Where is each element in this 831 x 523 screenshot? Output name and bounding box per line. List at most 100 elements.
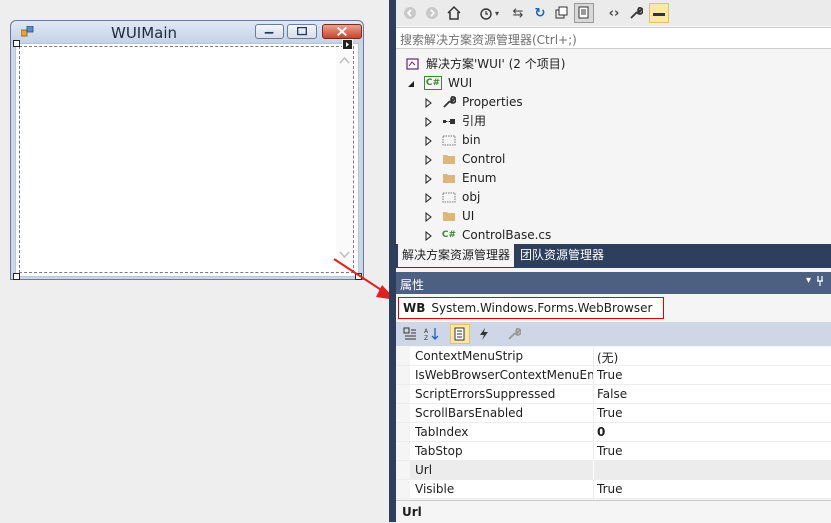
show-all-files-icon[interactable] xyxy=(574,3,594,23)
solution-tree: 解决方案'WUI' (2 个项目) C# WUI Properties 引用 b… xyxy=(396,52,831,244)
property-pages-icon[interactable] xyxy=(504,324,524,344)
property-description-pane: Url xyxy=(396,500,831,523)
tab-team-explorer[interactable]: 团队资源管理器 xyxy=(516,244,608,267)
dropdown-arrow-icon[interactable]: ▾ xyxy=(492,3,502,23)
collapsed-triangle-icon[interactable] xyxy=(424,192,434,203)
tree-item-label: obj xyxy=(462,189,481,204)
maximize-icon xyxy=(297,26,307,36)
property-name: ScrollBarsEnabled xyxy=(415,406,524,420)
form-client-area[interactable] xyxy=(15,43,359,277)
events-lightning-icon[interactable] xyxy=(474,324,494,344)
property-value[interactable]: False xyxy=(597,387,627,401)
webbrowser-control[interactable] xyxy=(19,46,354,273)
row-gutter xyxy=(396,404,410,422)
collapsed-triangle-icon[interactable] xyxy=(424,173,434,184)
forward-icon[interactable] xyxy=(422,3,442,23)
object-selector[interactable]: WB System.Windows.Forms.WebBrowser xyxy=(398,297,664,319)
folder-icon xyxy=(442,171,456,185)
collapse-all-icon[interactable] xyxy=(552,3,572,23)
property-name: Visible xyxy=(415,482,455,496)
property-row[interactable]: TabIndex 0 xyxy=(396,423,831,442)
property-value[interactable]: (无) xyxy=(597,349,618,366)
tree-item-project[interactable]: C# WUI xyxy=(406,73,472,92)
solution-explorer-toolbar: ▾ ⇆ ↻ ‹› xyxy=(396,0,831,26)
selection-handle[interactable] xyxy=(13,273,20,280)
solution-explorer-tabs: 解决方案资源管理器 团队资源管理器 xyxy=(396,244,831,268)
home-icon[interactable] xyxy=(444,3,464,23)
refresh-icon[interactable]: ↻ xyxy=(530,3,550,23)
tree-item[interactable]: Enum xyxy=(424,168,496,187)
property-value[interactable]: True xyxy=(597,368,623,382)
alphabetical-icon[interactable]: AZ xyxy=(422,324,442,344)
column-divider xyxy=(593,366,594,384)
property-value[interactable]: 0 xyxy=(597,425,605,439)
column-divider xyxy=(593,480,594,498)
categorized-icon[interactable] xyxy=(400,324,420,344)
tree-item-label: Properties xyxy=(462,94,523,109)
maximize-button[interactable] xyxy=(287,24,317,39)
selection-handle[interactable] xyxy=(13,40,20,47)
tree-item[interactable]: Properties xyxy=(424,92,523,111)
properties-toolbar: AZ xyxy=(396,322,831,346)
column-divider xyxy=(593,347,594,365)
form-window[interactable]: WUIMain xyxy=(10,20,364,280)
pin-icon[interactable] xyxy=(815,275,825,290)
solution-search-input[interactable]: 搜索解决方案资源管理器(Ctrl+;) xyxy=(396,27,831,49)
tree-item[interactable]: C# ControlBase.cs xyxy=(424,225,551,244)
collapsed-triangle-icon[interactable] xyxy=(424,116,434,127)
svg-text:Z: Z xyxy=(424,335,428,341)
dropdown-arrow-icon[interactable]: ▾ xyxy=(806,275,811,286)
wrench-icon[interactable] xyxy=(626,3,646,23)
property-name: Url xyxy=(415,463,433,477)
property-name: ScriptErrorsSuppressed xyxy=(415,387,556,401)
object-name: System.Windows.Forms.WebBrowser xyxy=(431,301,653,315)
column-divider xyxy=(593,385,594,403)
form-app-icon xyxy=(21,26,34,37)
panel-splitter[interactable] xyxy=(389,0,396,522)
properties-view-icon[interactable] xyxy=(450,324,470,344)
property-row[interactable]: TabStop True xyxy=(396,442,831,461)
property-row[interactable]: ScriptErrorsSuppressed False xyxy=(396,385,831,404)
property-row[interactable]: ScrollBarsEnabled True xyxy=(396,404,831,423)
property-row[interactable]: IsWebBrowserContextMenuEn True xyxy=(396,366,831,385)
form-titlebar[interactable]: WUIMain xyxy=(11,21,363,43)
preview-selected-icon[interactable] xyxy=(649,3,669,23)
properties-panel: 属性 ▾ WB System.Windows.Forms.WebBrowser … xyxy=(396,268,831,523)
tree-item[interactable]: 引用 xyxy=(424,111,486,130)
csharp-file-icon: C# xyxy=(441,229,457,240)
property-row[interactable]: ContextMenuStrip (无) xyxy=(396,347,831,366)
tree-item[interactable]: UI xyxy=(424,206,474,225)
close-icon xyxy=(337,26,347,37)
vertical-scrollbar[interactable] xyxy=(336,47,353,272)
wrench-icon xyxy=(442,95,456,109)
minimize-icon xyxy=(264,31,274,34)
tree-item[interactable]: obj xyxy=(424,187,480,206)
row-gutter xyxy=(396,347,410,365)
row-gutter xyxy=(396,423,410,441)
smart-tag-glyph[interactable] xyxy=(342,39,353,50)
tab-solution-explorer[interactable]: 解决方案资源管理器 xyxy=(398,244,515,267)
property-row-selected[interactable]: Url xyxy=(396,461,831,480)
property-value[interactable]: True xyxy=(597,406,623,420)
tree-item[interactable]: Control xyxy=(424,149,505,168)
collapsed-triangle-icon[interactable] xyxy=(424,211,434,222)
sync-icon[interactable]: ⇆ xyxy=(508,3,528,23)
property-value[interactable]: True xyxy=(597,482,623,496)
property-row[interactable]: Visible True xyxy=(396,480,831,499)
back-icon[interactable] xyxy=(400,3,420,23)
collapsed-triangle-icon[interactable] xyxy=(424,230,434,241)
minimize-button[interactable] xyxy=(255,24,284,39)
view-code-icon[interactable]: ‹› xyxy=(604,3,624,23)
form-title: WUIMain xyxy=(111,24,178,42)
property-name: IsWebBrowserContextMenuEn xyxy=(415,368,595,382)
close-button[interactable] xyxy=(322,24,362,39)
collapsed-triangle-icon[interactable] xyxy=(424,135,434,146)
collapsed-triangle-icon[interactable] xyxy=(424,154,434,165)
row-gutter xyxy=(396,442,410,460)
expanded-triangle-icon[interactable] xyxy=(406,78,416,88)
tree-item[interactable]: bin xyxy=(424,130,481,149)
collapsed-triangle-icon[interactable] xyxy=(424,97,434,108)
tree-item-solution[interactable]: 解决方案'WUI' (2 个项目) xyxy=(406,54,565,73)
property-value[interactable]: True xyxy=(597,444,623,458)
chevron-up-icon xyxy=(339,56,350,64)
